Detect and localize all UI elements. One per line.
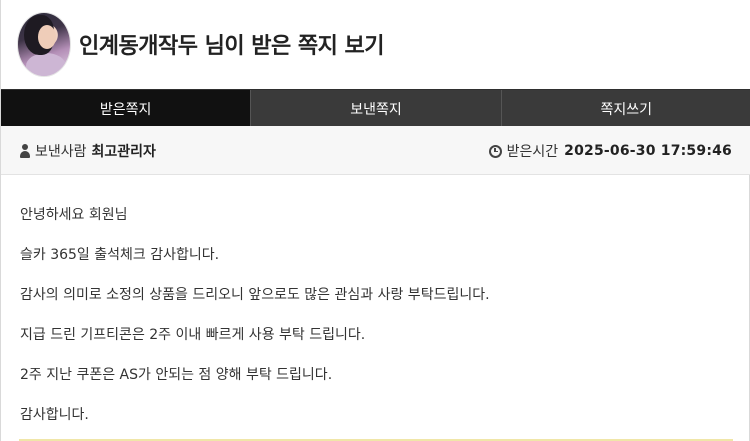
clock-icon xyxy=(488,144,502,158)
sender-info: 보낸사람 최고관리자 xyxy=(19,141,156,161)
message-line: 지급 드린 기프티콘은 2주 이내 빠르게 사용 부탁 드립니다. xyxy=(20,327,366,343)
message-tabs: 받은쪽지 보낸쪽지 쪽지쓰기 xyxy=(1,89,750,127)
message-body: 안녕하세요 회원님 슬카 365일 출석체크 감사합니다. 감사의 의미로 소정… xyxy=(20,205,732,441)
avatar-face xyxy=(38,25,56,49)
page-title: 인계동개작두 님이 받은 쪽지 보기 xyxy=(79,34,385,59)
user-icon xyxy=(19,144,31,158)
message-view-window: 인계동개작두 님이 받은 쪽지 보기 받은쪽지 보낸쪽지 쪽지쓰기 보낸사람 최… xyxy=(0,0,750,441)
tab-write[interactable]: 쪽지쓰기 xyxy=(500,90,750,127)
message-line: 감사의 의미로 소정의 상품을 드리오니 앞으로도 많은 관심과 사랑 부탁드립… xyxy=(20,287,490,303)
message-line: 2주 지난 쿠폰은 AS가 안되는 점 양해 부탁 드립니다. xyxy=(20,367,333,383)
received-info: 받은시간 2025-06-30 17:59:46 xyxy=(488,141,732,161)
sender-name[interactable]: 최고관리자 xyxy=(92,141,156,161)
tab-sent[interactable]: 보낸쪽지 xyxy=(250,90,501,127)
message-line: 슬카 365일 출석체크 감사합니다. xyxy=(20,247,220,263)
tab-received[interactable]: 받은쪽지 xyxy=(1,90,251,127)
message-meta-bar: 보낸사람 최고관리자 받은시간 2025-06-30 17:59:46 xyxy=(1,126,750,175)
message-line: 감사합니다. xyxy=(20,407,89,423)
received-label: 받은시간 xyxy=(506,144,559,160)
message-line: 안녕하세요 회원님 xyxy=(20,207,128,223)
avatar xyxy=(18,13,70,76)
avatar-shoulder xyxy=(26,53,66,76)
page-header: 인계동개작두 님이 받은 쪽지 보기 xyxy=(1,0,750,89)
sender-label: 보낸사람 xyxy=(35,144,87,160)
received-time: 2025-06-30 17:59:46 xyxy=(564,143,732,159)
